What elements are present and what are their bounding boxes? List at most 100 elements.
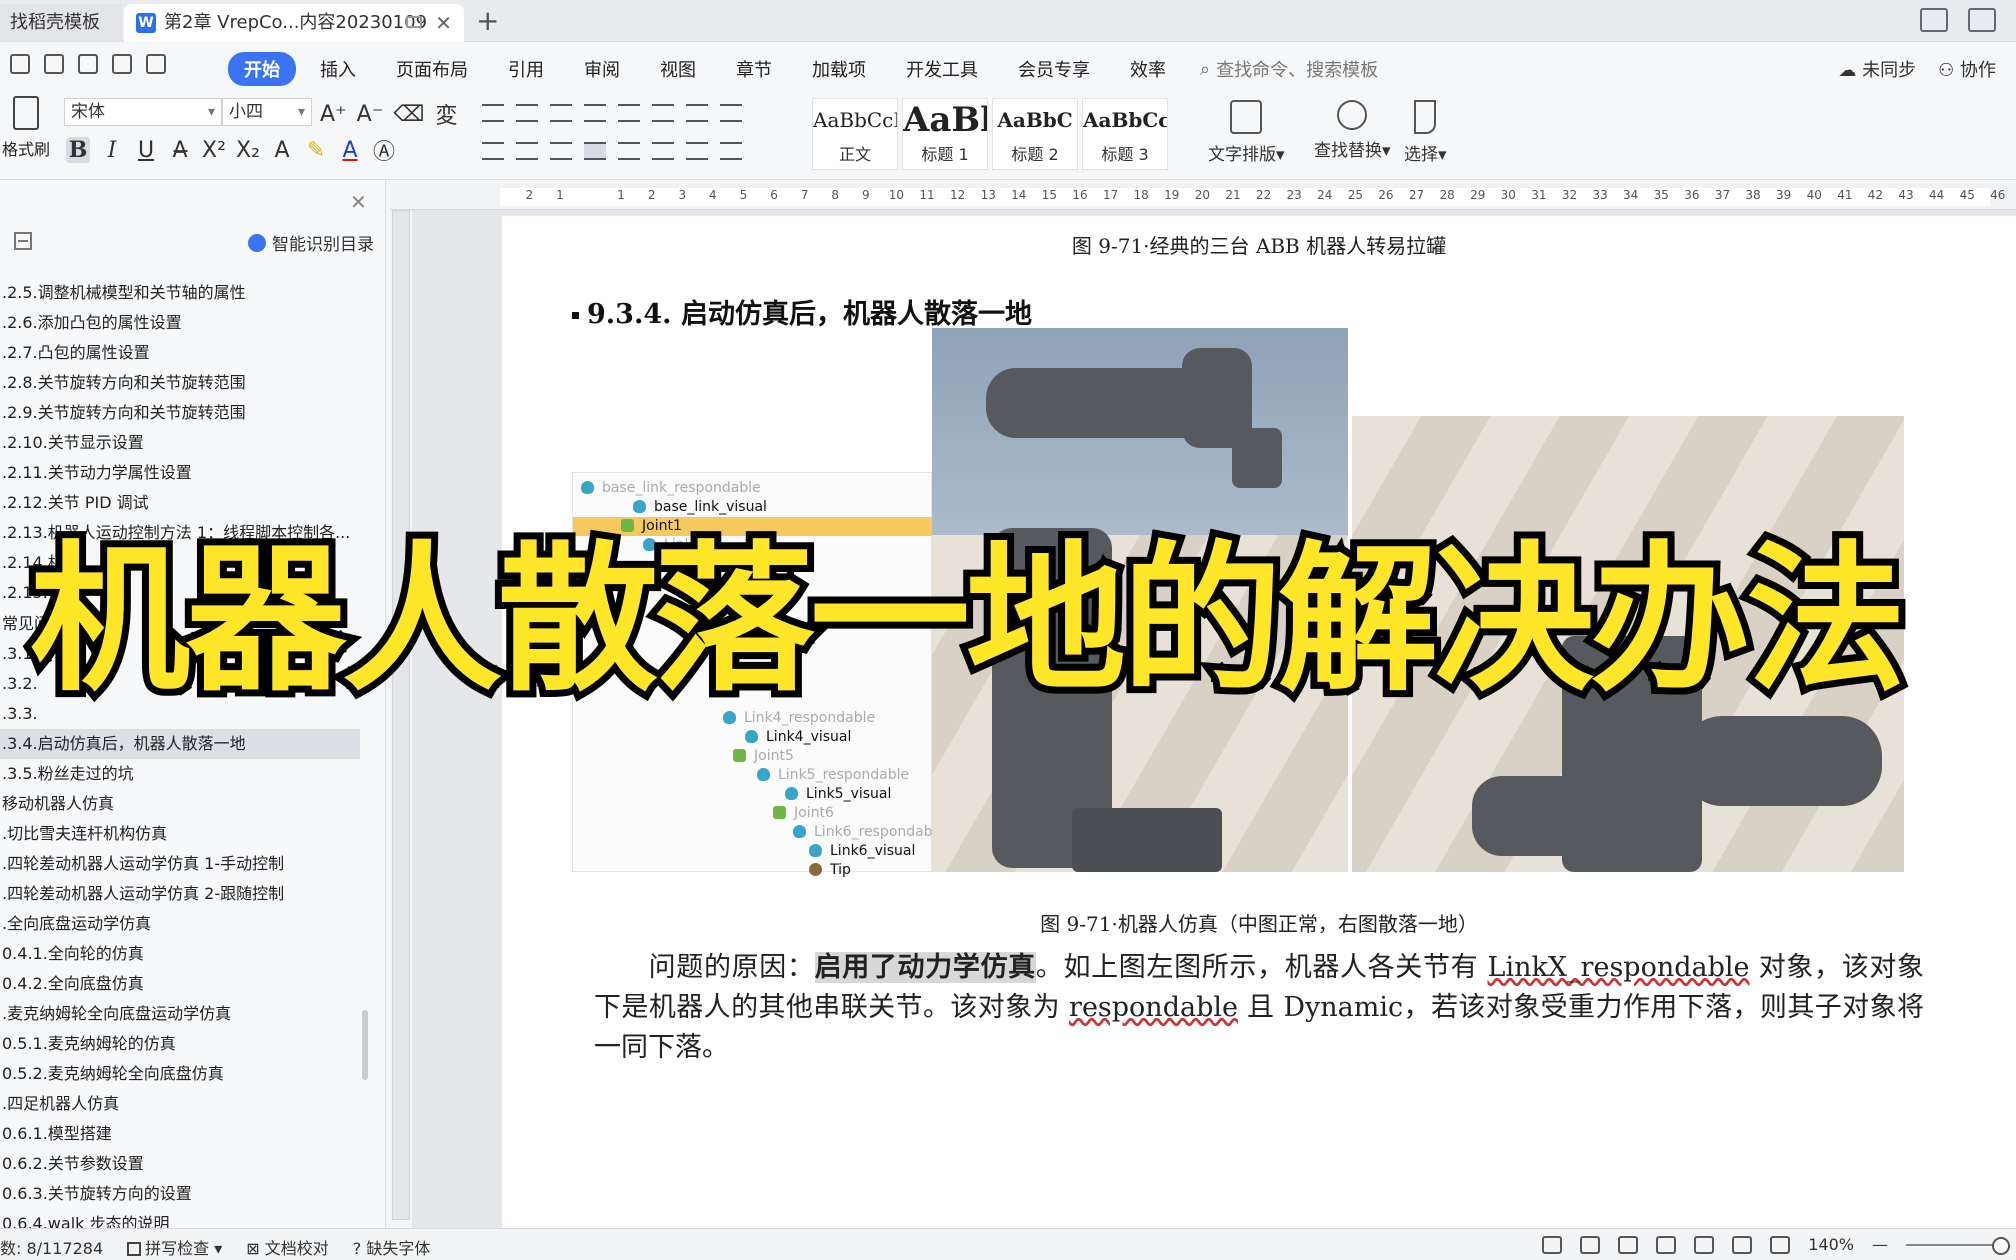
- eye-icon[interactable]: [1542, 1235, 1563, 1254]
- menu-tab-4[interactable]: 审阅: [568, 52, 636, 86]
- align-center-icon[interactable]: [516, 142, 538, 160]
- document-page[interactable]: 图 9-71·经典的三台 ABB 机器人转易拉罐 9.3.4. 启动仿真后，机器…: [502, 216, 2016, 1228]
- borders-icon[interactable]: [720, 142, 742, 160]
- redo-icon[interactable]: [146, 54, 166, 74]
- menu-tab-9[interactable]: 会员专享: [1002, 52, 1106, 86]
- word-count[interactable]: 数: 8/117284: [0, 1235, 103, 1259]
- find-replace-button[interactable]: 查找替换▾: [1314, 100, 1391, 161]
- menu-tab-6[interactable]: 章节: [720, 52, 788, 86]
- line-break-icon[interactable]: [686, 104, 708, 122]
- menu-tab-0[interactable]: 开始: [228, 52, 296, 86]
- print-icon[interactable]: [44, 54, 64, 74]
- numbered-list-icon[interactable]: [516, 104, 538, 122]
- toc-item[interactable]: 0.6.1.模型搭建: [0, 1119, 360, 1149]
- char-border-button[interactable]: Ⓐ: [372, 134, 396, 166]
- zoom-level[interactable]: 140%: [1808, 1235, 1854, 1254]
- save-icon[interactable]: [10, 54, 30, 74]
- sync-status[interactable]: ☁ 未同步: [1838, 56, 1916, 82]
- menu-tab-2[interactable]: 页面布局: [380, 52, 484, 86]
- style-2[interactable]: AaBbC 标题 2: [992, 98, 1078, 170]
- align-right-icon[interactable]: [550, 142, 572, 160]
- line-spacing-icon[interactable]: [652, 142, 674, 160]
- close-pane-icon[interactable]: ✕: [350, 190, 367, 214]
- outline-view-icon[interactable]: [1618, 1235, 1639, 1254]
- superscript-button[interactable]: X²: [202, 138, 226, 163]
- shrink-font-icon[interactable]: A⁻: [357, 102, 384, 127]
- decrease-indent-icon[interactable]: [550, 104, 572, 122]
- close-icon[interactable]: ✕: [435, 4, 452, 42]
- toc-item[interactable]: 移动机器人仿真: [0, 789, 360, 819]
- menu-tab-10[interactable]: 效率: [1114, 52, 1182, 86]
- grow-font-icon[interactable]: A⁺: [320, 102, 347, 127]
- strikethrough-button[interactable]: A̶: [168, 138, 192, 163]
- toc-item[interactable]: 0.5.2.麦克纳姆轮全向底盘仿真: [0, 1059, 360, 1089]
- window-layout-icon[interactable]: [1920, 8, 1948, 32]
- italic-button[interactable]: I: [100, 138, 124, 163]
- fit-page-icon[interactable]: [1770, 1235, 1791, 1254]
- select-button[interactable]: 选择▾: [1404, 100, 1447, 165]
- toc-item[interactable]: .四足机器人仿真: [0, 1089, 360, 1119]
- tab-template[interactable]: 找稻壳模板: [0, 4, 122, 42]
- menu-tab-5[interactable]: 视图: [644, 52, 712, 86]
- toc-item[interactable]: .四轮差动机器人运动学仿真 1-手动控制: [0, 849, 360, 879]
- toc-item[interactable]: .2.6.添加凸包的属性设置: [0, 308, 360, 338]
- shading-icon[interactable]: [686, 142, 708, 160]
- toc-item[interactable]: .全向底盘运动学仿真: [0, 909, 360, 939]
- toc-item[interactable]: 0.4.2.全向底盘仿真: [0, 969, 360, 999]
- bold-button[interactable]: B: [66, 137, 90, 163]
- tab-document[interactable]: W 第2章 VrepCo...内容20230109 ✕: [124, 4, 464, 42]
- zoom-slider[interactable]: [1906, 1236, 2010, 1255]
- sort-icon[interactable]: [652, 104, 674, 122]
- style-1[interactable]: AaBl 标题 1: [902, 98, 988, 170]
- font-size-select[interactable]: 小四: [222, 98, 312, 126]
- toc-item[interactable]: .2.11.关节动力学属性设置: [0, 458, 360, 488]
- new-tab-button[interactable]: +: [476, 4, 499, 38]
- style-0[interactable]: AaBbCcI 正文: [812, 98, 898, 170]
- web-view-icon[interactable]: [1694, 1235, 1715, 1254]
- justify-icon[interactable]: [584, 142, 606, 160]
- menu-tab-7[interactable]: 加载项: [796, 52, 882, 86]
- toc-item[interactable]: .2.9.关节旋转方向和关节旋转范围: [0, 398, 360, 428]
- show-marks-icon[interactable]: [720, 104, 742, 122]
- toc-item[interactable]: .3.5.粉丝走过的坑: [0, 759, 360, 789]
- pen-icon[interactable]: [1732, 1235, 1753, 1254]
- text-effect-button[interactable]: A: [270, 138, 294, 163]
- spellcheck-toggle[interactable]: 拼写检查 ▾: [127, 1235, 222, 1259]
- toc-item[interactable]: .四轮差动机器人运动学仿真 2-跟随控制: [0, 879, 360, 909]
- horizontal-ruler[interactable]: 2 1 1 2 3 4 5 6 7 8 9 10 11 12 13 14 15 16 17 18 19 20 21 22 23 2…: [390, 184, 2016, 210]
- toc-scrollbar[interactable]: [362, 1010, 368, 1080]
- font-name-select[interactable]: 宋体: [64, 98, 222, 126]
- clear-format-icon[interactable]: ⌫: [393, 102, 424, 127]
- collaborate-button[interactable]: ⚇ 协作: [1938, 56, 1996, 82]
- subscript-button[interactable]: X₂: [236, 138, 260, 163]
- font-color-button[interactable]: A: [338, 138, 362, 163]
- smart-toc-button[interactable]: 智能识别目录: [248, 230, 374, 255]
- toc-item[interactable]: .3.4.启动仿真后，机器人散落一地: [0, 728, 360, 759]
- distribute-icon[interactable]: [618, 142, 640, 160]
- menu-tab-8[interactable]: 开发工具: [890, 52, 994, 86]
- phonetic-icon[interactable]: 変: [434, 98, 458, 130]
- missing-font-button[interactable]: ? 缺失字体: [353, 1235, 431, 1259]
- toc-item[interactable]: .2.8.关节旋转方向和关节旋转范围: [0, 368, 360, 398]
- increase-indent-icon[interactable]: [584, 104, 606, 122]
- print-preview-icon[interactable]: [78, 54, 98, 74]
- proofread-button[interactable]: ⊠ 文档校对: [246, 1235, 329, 1259]
- style-3[interactable]: AaBbCc 标题 3: [1082, 98, 1168, 170]
- text-direction-icon[interactable]: [618, 104, 640, 122]
- reading-view-icon[interactable]: [1656, 1235, 1677, 1254]
- app-grid-icon[interactable]: [1968, 8, 1996, 32]
- toc-item[interactable]: .麦克纳姆轮全向底盘运动学仿真: [0, 999, 360, 1029]
- underline-button[interactable]: U: [134, 138, 158, 163]
- bullet-list-icon[interactable]: [482, 104, 504, 122]
- toc-item[interactable]: .2.12.关节 PID 调试: [0, 488, 360, 518]
- page-view-icon[interactable]: [1580, 1235, 1601, 1254]
- toc-item[interactable]: 0.6.3.关节旋转方向的设置: [0, 1179, 360, 1209]
- toc-item[interactable]: .2.10.关节显示设置: [0, 428, 360, 458]
- toc-item[interactable]: .2.7.凸包的属性设置: [0, 338, 360, 368]
- toc-item[interactable]: 0.5.1.麦克纳姆轮的仿真: [0, 1029, 360, 1059]
- menu-tab-1[interactable]: 插入: [304, 52, 372, 86]
- monitor-icon[interactable]: [406, 16, 422, 28]
- undo-icon[interactable]: [112, 54, 132, 74]
- highlight-button[interactable]: ✎: [304, 138, 328, 163]
- toc-item[interactable]: 0.6.2.关节参数设置: [0, 1149, 360, 1179]
